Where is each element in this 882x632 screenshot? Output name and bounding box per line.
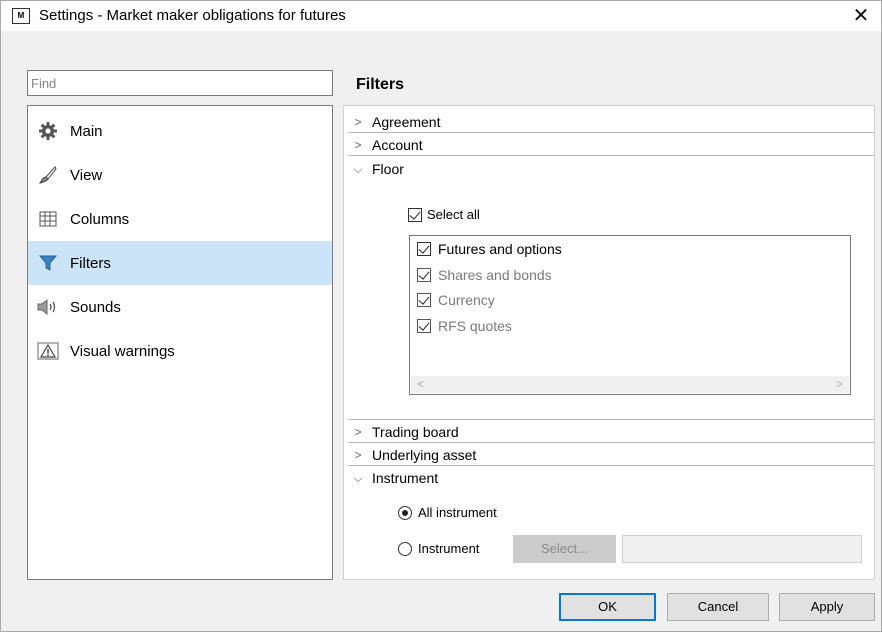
chevron-down-icon: ⌵ — [353, 470, 363, 485]
instrument-field[interactable] — [622, 535, 862, 563]
group-floor[interactable]: ⌵ Floor — [348, 158, 874, 180]
close-icon: ✕ — [852, 5, 870, 27]
ok-button[interactable]: OK — [559, 593, 656, 621]
sidebar-item-label: Main — [70, 122, 103, 140]
divider — [348, 465, 874, 466]
group-label: Instrument — [372, 470, 439, 486]
divider — [348, 419, 874, 420]
filters-panel: > Agreement > Account ⌵ Floor Select all… — [343, 105, 875, 580]
chevron-right-icon: > — [354, 448, 362, 462]
group-label: Agreement — [372, 114, 441, 130]
horizontal-scrollbar[interactable]: < > — [411, 376, 849, 393]
radio-label: All instrument — [418, 505, 497, 520]
settings-window: M Settings - Market maker obligations fo… — [0, 0, 882, 632]
floor-list[interactable]: Futures and options Shares and bonds Cur… — [409, 235, 851, 395]
radio-selected-icon — [398, 505, 412, 520]
title-bar: M Settings - Market maker obligations fo… — [1, 1, 881, 31]
select-all-label: Select all — [427, 207, 480, 222]
divider — [348, 442, 874, 443]
scroll-right-icon[interactable]: > — [836, 376, 843, 393]
list-item-label: Shares and bonds — [438, 267, 552, 283]
divider — [348, 132, 874, 133]
group-agreement[interactable]: > Agreement — [348, 111, 874, 133]
divider — [348, 155, 874, 156]
sidebar-item-label: Sounds — [70, 298, 121, 316]
checkbox-checked — [417, 293, 431, 307]
sidebar-item-columns[interactable]: Columns — [28, 197, 332, 241]
radio-label: Instrument — [418, 541, 480, 556]
sidebar-item-visual-warnings[interactable]: Visual warnings — [28, 329, 332, 373]
page-title: Filters — [356, 76, 405, 93]
close-button[interactable]: ✕ — [841, 1, 881, 31]
warning-icon — [37, 340, 59, 362]
sidebar-item-label: Filters — [70, 254, 111, 272]
chevron-down-icon: ⌵ — [353, 161, 363, 176]
sidebar-item-view[interactable]: View — [28, 153, 332, 197]
checkbox-checked — [408, 207, 422, 222]
chevron-right-icon: > — [354, 425, 362, 439]
group-label: Account — [372, 137, 423, 153]
apply-button[interactable]: Apply — [779, 593, 875, 621]
group-instrument[interactable]: ⌵ Instrument — [348, 467, 874, 489]
list-item-label: Currency — [438, 292, 495, 308]
list-item[interactable]: Futures and options — [417, 241, 562, 257]
speaker-icon — [37, 296, 59, 318]
sidebar-item-main[interactable]: Main — [28, 109, 332, 153]
sidebar-item-label: View — [70, 166, 103, 184]
group-label: Underlying asset — [372, 447, 477, 463]
chevron-right-icon: > — [354, 138, 362, 152]
checkbox-checked — [417, 319, 431, 333]
group-underlying-asset[interactable]: > Underlying asset — [348, 444, 874, 466]
gear-icon — [37, 120, 59, 142]
list-item[interactable]: Currency — [417, 292, 495, 308]
sidebar-item-sounds[interactable]: Sounds — [28, 285, 332, 329]
radio-unselected-icon — [398, 541, 412, 556]
list-item-label: Futures and options — [438, 241, 562, 257]
checkbox-checked — [417, 242, 431, 256]
brush-icon — [37, 164, 59, 186]
chevron-right-icon: > — [354, 115, 362, 129]
scroll-left-icon[interactable]: < — [417, 376, 424, 393]
funnel-icon — [37, 252, 59, 274]
cancel-button[interactable]: Cancel — [667, 593, 769, 621]
all-instrument-radio[interactable]: All instrument — [398, 505, 497, 520]
instrument-radio[interactable]: Instrument — [398, 541, 479, 556]
select-all-checkbox[interactable]: Select all — [408, 207, 480, 222]
group-account[interactable]: > Account — [348, 134, 874, 156]
group-label: Floor — [372, 161, 404, 177]
group-label: Trading board — [372, 424, 459, 440]
list-item[interactable]: RFS quotes — [417, 318, 512, 334]
table-icon — [37, 208, 59, 230]
app-icon: M — [12, 8, 30, 24]
sidebar-item-label: Visual warnings — [70, 342, 175, 360]
window-title: Settings - Market maker obligations for … — [39, 7, 346, 24]
list-item[interactable]: Shares and bonds — [417, 267, 552, 283]
checkbox-checked — [417, 268, 431, 282]
settings-nav: Main View Columns Filters Sounds Visual … — [27, 105, 333, 580]
group-trading-board[interactable]: > Trading board — [348, 421, 874, 443]
list-item-label: RFS quotes — [438, 318, 512, 334]
select-instrument-button[interactable]: Select... — [513, 535, 616, 563]
search-input[interactable] — [27, 70, 333, 96]
sidebar-item-label: Columns — [70, 210, 130, 228]
sidebar-item-filters[interactable]: Filters — [28, 241, 332, 285]
